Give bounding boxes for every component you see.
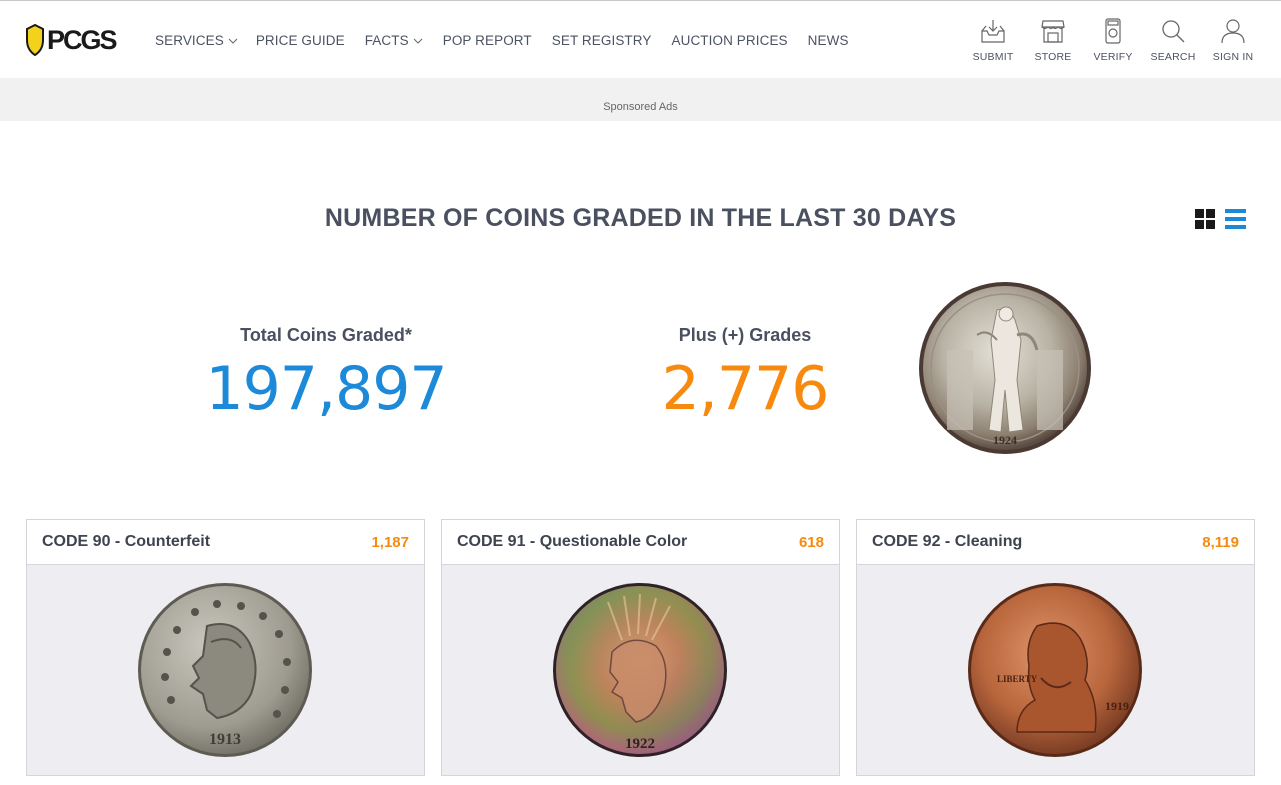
card-title: CODE 91 - Questionable Color (457, 533, 688, 550)
card-title: CODE 90 - Counterfeit (42, 533, 211, 550)
store-button[interactable]: STORE (1023, 17, 1083, 63)
stat-value: 197,897 (205, 354, 447, 424)
nav-label: AUCTION PRICES (671, 33, 788, 48)
nav-auction-prices[interactable]: AUCTION PRICES (671, 33, 787, 48)
card-image-area: LIBERTY 1919 (857, 565, 1254, 775)
standing-liberty-quarter-image: 1924 (919, 282, 1091, 454)
stat-label: Total Coins Graded* (240, 325, 412, 345)
liberty-nickel-image: 1913 (138, 583, 312, 757)
card-count: 618 (798, 533, 824, 551)
nav-set-registry[interactable]: SET REGISTRY (552, 33, 652, 48)
card-image-area: 1913 (27, 565, 424, 775)
nav-label: NEWS (807, 33, 849, 48)
storefront-icon (1041, 20, 1065, 43)
nav-label: PRICE GUIDE (255, 33, 345, 48)
chevron-down-icon (413, 38, 423, 44)
plus-grades-stat: Plus (+) Grades 2,776 (625, 325, 865, 424)
search-button[interactable]: SEARCH (1143, 17, 1203, 63)
card-count: 1,187 (371, 533, 409, 551)
logo-wordmark: PCGS (47, 25, 117, 55)
lincoln-cent-image: LIBERTY 1919 (968, 583, 1142, 757)
card-title: CODE 92 - Cleaning (872, 533, 1023, 550)
code-92-card[interactable]: CODE 92 - Cleaning 8,119 LIBERTY 1919 (856, 519, 1255, 776)
utility-nav: SUBMIT STORE VERIFY SEARCH SIGN IN (963, 17, 1263, 63)
sign-in-button[interactable]: SIGN IN (1203, 17, 1263, 63)
nav-label: SET REGISTRY (551, 33, 652, 48)
card-image-area: 1922 (442, 565, 839, 775)
svg-text:LIBERTY: LIBERTY (997, 674, 1038, 684)
coin-date: 1919 (1105, 699, 1129, 713)
search-icon (1162, 20, 1185, 43)
site-header: PCGS SERVICES PRICE GUIDE FACTS POP REPO… (0, 1, 1281, 78)
card-count: 8,119 (1202, 533, 1239, 551)
nav-price-guide[interactable]: PRICE GUIDE (256, 33, 345, 48)
pcgs-logo[interactable]: PCGS (25, 23, 125, 57)
page-title: NUMBER OF COINS GRADED IN THE LAST 30 DA… (324, 204, 957, 232)
code-91-card[interactable]: CODE 91 - Questionable Color 618 1922 (441, 519, 840, 776)
coin-holder-icon (1105, 18, 1121, 44)
stat-value: 2,776 (661, 354, 830, 424)
card-header: CODE 90 - Counterfeit 1,187 (27, 520, 424, 565)
nav-label: FACTS (364, 33, 409, 48)
submit-button[interactable]: SUBMIT (963, 17, 1023, 63)
card-header: CODE 91 - Questionable Color 618 (442, 520, 839, 565)
grid-view-icon[interactable] (1195, 209, 1215, 229)
list-view-icon[interactable] (1225, 209, 1246, 229)
nav-facts[interactable]: FACTS (365, 33, 423, 48)
stat-label: Plus (+) Grades (678, 325, 812, 345)
view-toggle (1195, 209, 1246, 229)
chevron-down-icon (228, 38, 238, 44)
nav-services[interactable]: SERVICES (155, 33, 238, 48)
util-label: SEARCH (1150, 51, 1196, 63)
main-nav: SERVICES PRICE GUIDE FACTS POP REPORT SE… (155, 33, 869, 48)
util-label: STORE (1034, 51, 1072, 63)
ads-label: Sponsored Ads (603, 101, 678, 113)
user-icon (1221, 19, 1245, 44)
util-label: SIGN IN (1212, 51, 1254, 63)
coin-date: 1913 (209, 731, 241, 748)
total-coins-stat: Total Coins Graded* 197,897 (196, 325, 456, 424)
nav-pop-report[interactable]: POP REPORT (443, 33, 532, 48)
util-label: SUBMIT (972, 51, 1014, 63)
util-label: VERIFY (1093, 51, 1133, 63)
coin-date: 1922 (625, 736, 655, 752)
nav-label: SERVICES (155, 33, 224, 48)
sponsored-ads-banner: Sponsored Ads (0, 78, 1281, 121)
coin-date: 1924 (993, 433, 1017, 447)
card-header: CODE 92 - Cleaning 8,119 (857, 520, 1254, 565)
peace-dollar-image: 1922 (553, 583, 727, 757)
inbox-download-icon (981, 20, 1005, 43)
nav-news[interactable]: NEWS (808, 33, 849, 48)
code-90-card[interactable]: CODE 90 - Counterfeit 1,187 1913 (26, 519, 425, 776)
nav-label: POP REPORT (442, 33, 532, 48)
verify-button[interactable]: VERIFY (1083, 17, 1143, 63)
